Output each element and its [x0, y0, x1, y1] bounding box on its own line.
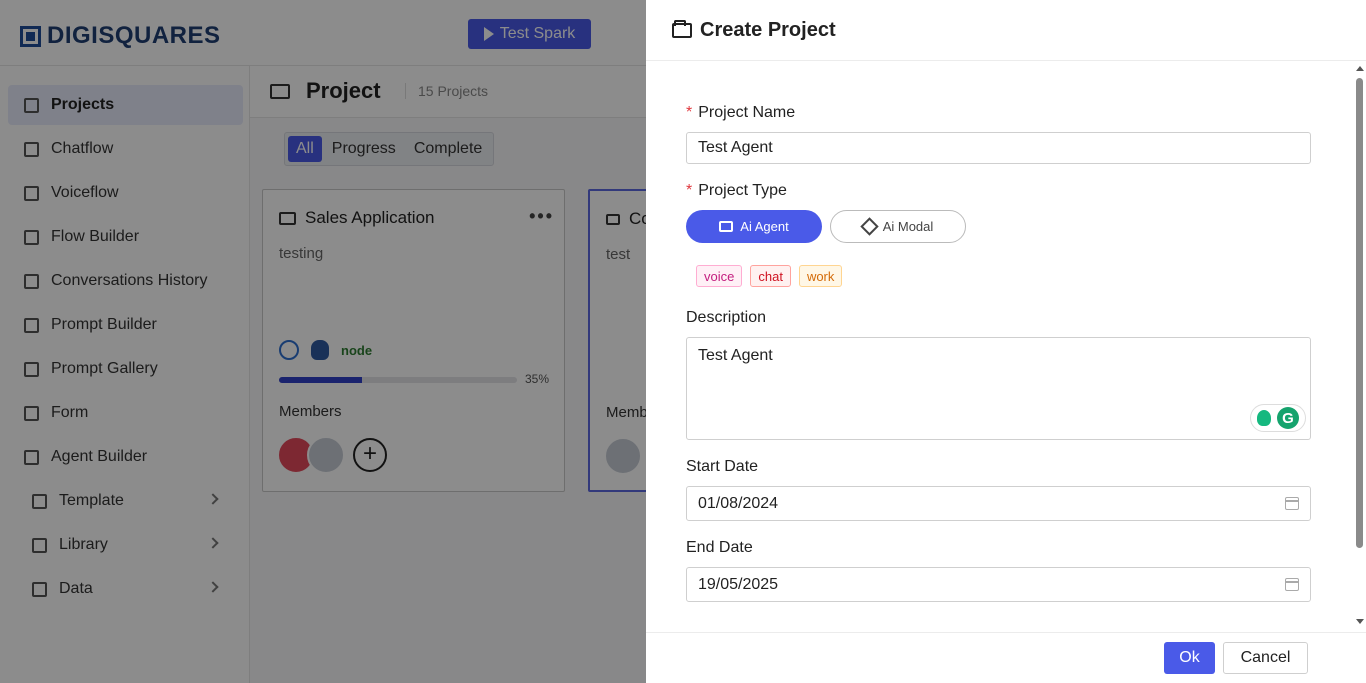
start-date-label: Start Date — [686, 458, 759, 475]
type-option-ai-modal[interactable]: Ai Modal — [830, 210, 966, 243]
project-type-label: * Project Type — [686, 182, 787, 200]
create-project-drawer: Create Project * Project Name Test Agent … — [646, 0, 1366, 683]
end-date-label: End Date — [686, 539, 753, 556]
type-option-label: Ai Modal — [882, 219, 934, 234]
required-mark: * — [686, 182, 693, 199]
project-type-label-text: Project Type — [698, 182, 787, 199]
type-option-label: Ai Agent — [740, 219, 789, 234]
type-option-ai-agent[interactable]: Ai Agent — [686, 210, 822, 243]
description-text: Test Agent — [698, 347, 773, 364]
ok-button[interactable]: Ok — [1164, 642, 1215, 674]
cube-icon — [860, 217, 879, 236]
drawer-title: Create Project — [672, 19, 836, 42]
required-mark: * — [686, 104, 693, 121]
calendar-icon — [1285, 578, 1299, 591]
tag-work[interactable]: work — [798, 265, 843, 287]
drawer-scrollbar[interactable] — [1354, 62, 1366, 630]
project-name-label: * Project Name — [686, 104, 795, 122]
chat-icon — [719, 221, 734, 232]
scroll-up-arrow-icon[interactable] — [1356, 66, 1364, 71]
scroll-thumb[interactable] — [1356, 78, 1363, 548]
tag-voice[interactable]: voice — [696, 265, 743, 287]
end-date-picker[interactable]: 19/05/2025 — [686, 567, 1311, 602]
tag-list: voice chat work — [696, 265, 843, 287]
calendar-icon — [1285, 497, 1299, 510]
project-name-input[interactable]: Test Agent — [686, 132, 1311, 164]
folder-open-icon — [672, 20, 692, 38]
grammarly-widget[interactable]: G — [1250, 404, 1306, 432]
start-date-picker[interactable]: 01/08/2024 — [686, 486, 1311, 521]
drawer-footer: Ok Cancel — [646, 632, 1366, 683]
start-date-value: 01/08/2024 — [698, 494, 779, 512]
drawer-header: Create Project — [646, 0, 1366, 61]
tag-chat[interactable]: chat — [750, 265, 791, 287]
description-textarea[interactable]: Test Agent G — [686, 337, 1311, 440]
modal-overlay[interactable] — [0, 0, 646, 683]
lightbulb-icon — [1257, 410, 1271, 426]
scroll-down-arrow-icon[interactable] — [1356, 619, 1364, 624]
project-name-label-text: Project Name — [698, 104, 796, 121]
end-date-value: 19/05/2025 — [698, 575, 779, 593]
grammarly-icon: G — [1277, 407, 1299, 429]
cancel-button[interactable]: Cancel — [1223, 642, 1308, 674]
drawer-title-text: Create Project — [700, 19, 836, 41]
description-label: Description — [686, 309, 767, 326]
